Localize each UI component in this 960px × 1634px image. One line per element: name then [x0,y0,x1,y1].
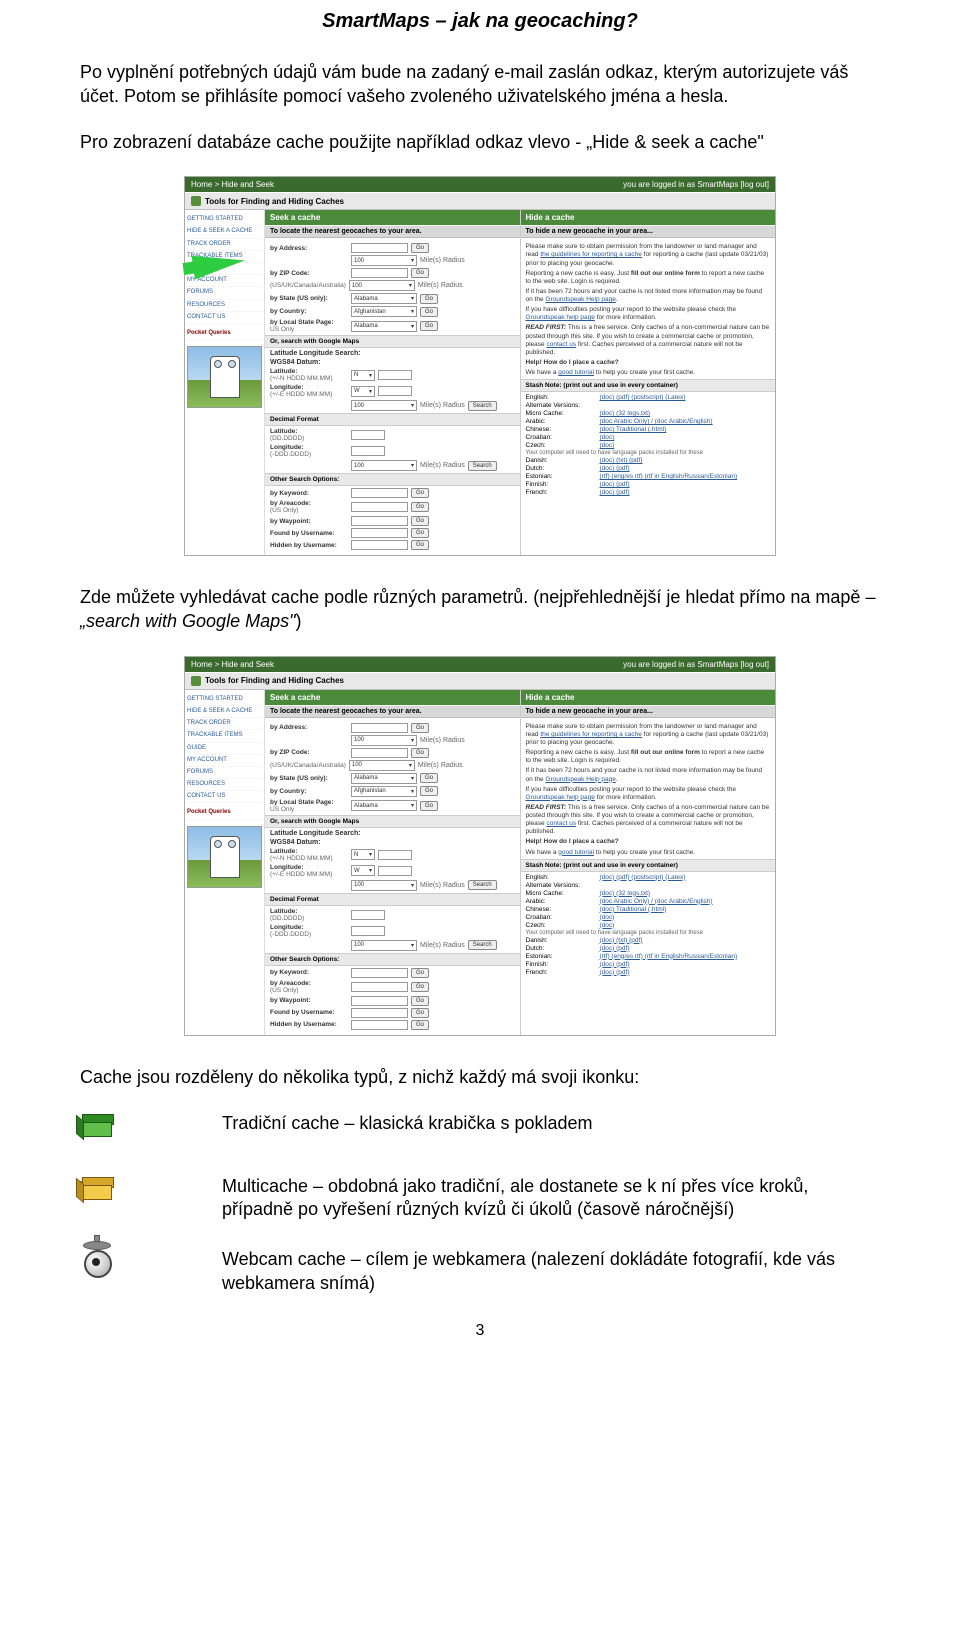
sidebar: GETTING STARTEDHIDE & SEEK A CACHETRACK … [185,210,265,555]
seek-column: Seek a cache To locate the nearest geoca… [265,690,520,1035]
page-number: 3 [80,1322,880,1340]
para-1: Po vyplnění potřebných údajů vám bude na… [80,61,880,109]
sidebar-link[interactable]: GETTING STARTED [187,214,262,226]
sidebar-link[interactable]: MY ACCOUNT [187,275,262,287]
geocaching-illustration [187,346,262,408]
toolbar: Tools for Finding and Hiding Caches [185,192,775,210]
sidebar-link[interactable]: TRACKABLE ITEMS [187,730,262,742]
sidebar-link[interactable]: HIDE & SEEK A CACHE [187,706,262,718]
breadcrumb-bar: Home > Hide and Seekyou are logged in as… [185,657,775,672]
radius-select[interactable]: 100▾ [351,255,417,266]
sidebar-link[interactable]: GUIDE [187,743,262,755]
sidebar-link[interactable]: FORUMS [187,767,262,779]
sidebar-link[interactable]: FORUMS [187,287,262,299]
sidebar-link[interactable]: TRACKABLE ITEMS [187,251,262,263]
para-2: Pro zobrazení databáze cache použijte na… [80,131,880,155]
go-button[interactable]: Go [411,723,429,733]
address-input[interactable] [351,723,408,733]
hide-column: Hide a cache To hide a new geocache in y… [520,210,776,555]
sidebar-link[interactable]: CONTACT US [187,791,262,803]
para-3: Zde můžete vyhledávat cache podle různýc… [80,586,880,634]
go-button[interactable]: Go [411,243,429,253]
para-4: Cache jsou rozděleny do několika typů, z… [80,1066,880,1090]
cache-type-traditional: Tradiční cache – klasická krabička s pok… [80,1112,880,1149]
sidebar-link[interactable]: MY ACCOUNT [187,755,262,767]
cache-type-webcam: Webcam cache – cílem je webkamera (nalez… [80,1248,880,1296]
sidebar-link[interactable]: CONTACT US [187,312,262,324]
page-title: SmartMaps – jak na geocaching? [80,10,880,33]
geocaching-illustration [187,826,262,888]
sidebar-link[interactable]: GETTING STARTED [187,694,262,706]
sidebar-link[interactable]: RESOURCES [187,300,262,312]
radius-select[interactable]: 100▾ [351,735,417,746]
breadcrumb-bar: Home > Hide and Seekyou are logged in as… [185,177,775,192]
sidebar: GETTING STARTEDHIDE & SEEK A CACHETRACK … [185,690,265,1035]
toolbar: Tools for Finding and Hiding Caches [185,672,775,690]
screenshot-geocaching-1: Home > Hide and Seekyou are logged in as… [184,176,776,556]
address-input[interactable] [351,243,408,253]
webcam-cache-icon [80,1250,116,1280]
traditional-cache-icon [80,1114,116,1144]
multicache-icon [80,1177,116,1207]
hide-column: Hide a cache To hide a new geocache in y… [520,690,776,1035]
screenshot-geocaching-2: Home > Hide and Seekyou are logged in as… [184,656,776,1036]
sidebar-link[interactable]: GUIDE [187,263,262,275]
seek-column: Seek a cache To locate the nearest geoca… [265,210,520,555]
cache-type-multi: Multicache – obdobná jako tradiční, ale … [80,1175,880,1223]
sidebar-link[interactable]: TRACK ORDER [187,718,262,730]
sidebar-link[interactable]: TRACK ORDER [187,239,262,251]
sidebar-link[interactable]: RESOURCES [187,779,262,791]
sidebar-link[interactable]: HIDE & SEEK A CACHE [187,226,262,238]
